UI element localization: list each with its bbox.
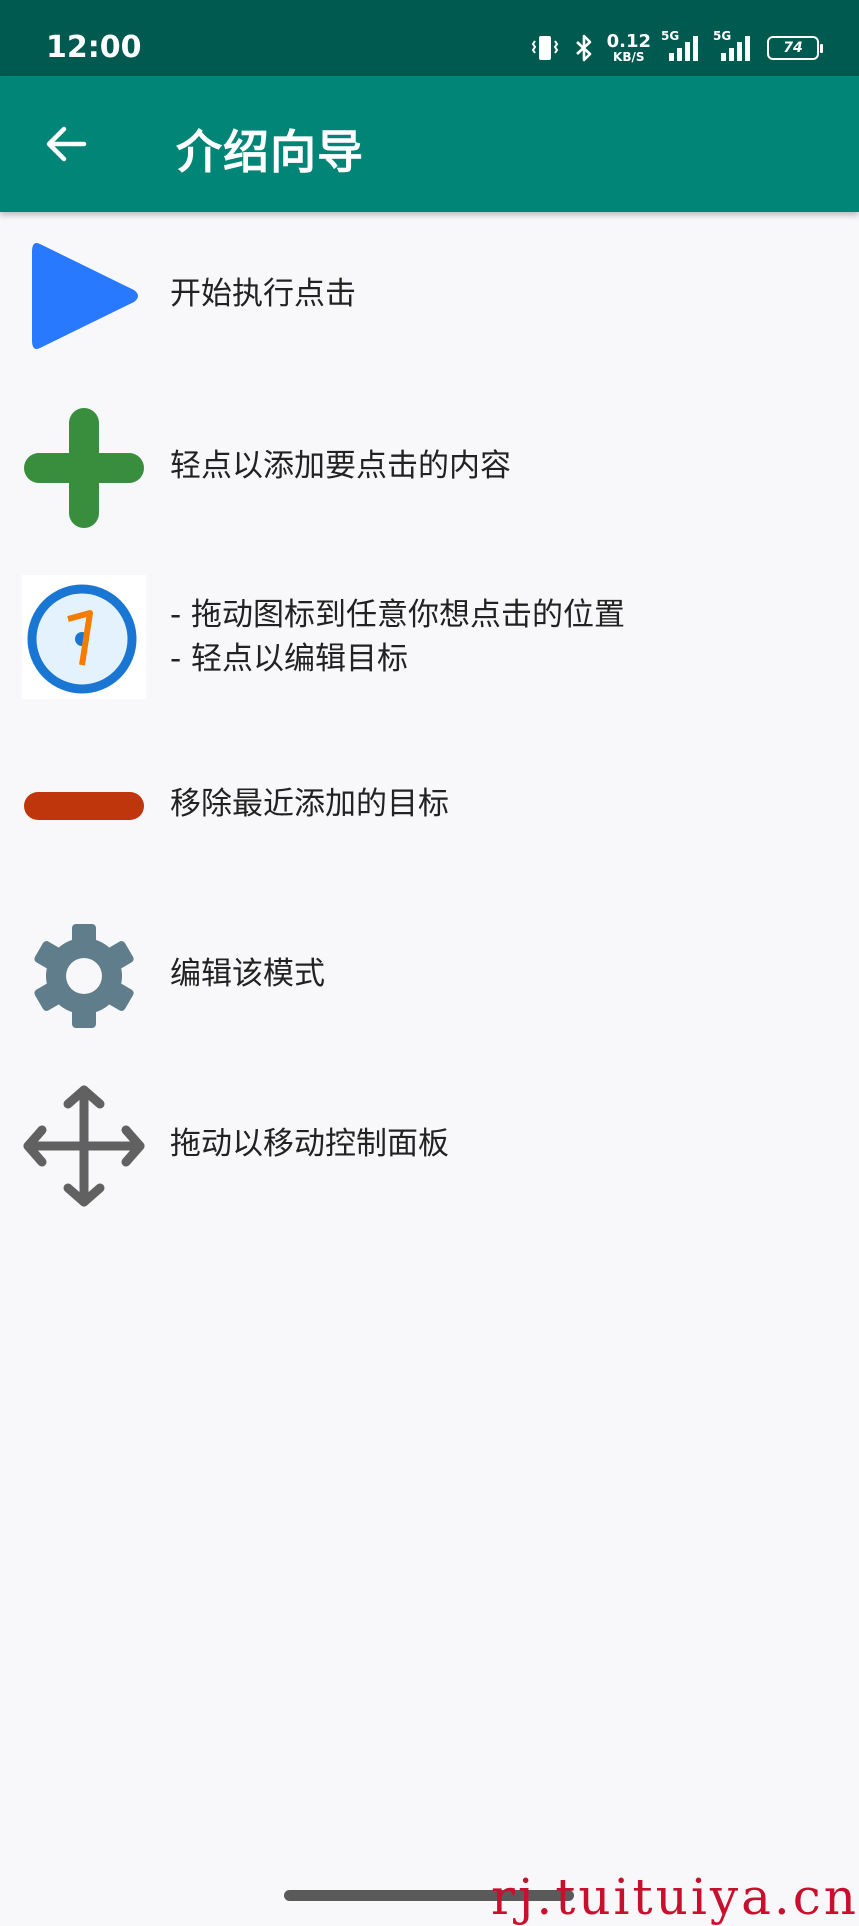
watermark: rj.tuituiya.cn [490, 1868, 859, 1926]
app-bar: 介绍向导 [0, 76, 859, 212]
battery-level: 74 [783, 40, 803, 56]
plus-icon [22, 406, 146, 530]
status-time: 12:00 [46, 30, 142, 65]
arrow-left-icon [46, 126, 87, 162]
list-item-label: 移除最近添加的目标 [170, 786, 449, 822]
back-button[interactable] [36, 114, 96, 174]
list-item-label: - 拖动图标到任意你想点击的位置 - 轻点以编辑目标 [170, 597, 626, 677]
network-speed-unit: KB/S [613, 50, 645, 64]
minus-icon [22, 744, 146, 868]
signal-sim1: 5G [661, 29, 703, 63]
play-icon [22, 234, 146, 358]
list-item-label: 开始执行点击 [170, 276, 356, 312]
move-icon [22, 1084, 146, 1208]
vibrate-icon [529, 33, 561, 63]
page-title: 介绍向导 [176, 125, 364, 179]
list-item-label: 轻点以添加要点击的内容 [170, 448, 511, 484]
status-bar: 12:00 0.12 KB/S 5G 5G 74 [0, 0, 859, 76]
gear-icon [22, 914, 146, 1038]
signal-sim2: 5G [713, 29, 755, 63]
status-icons: 0.12 KB/S 5G 5G 74 [529, 28, 823, 68]
network-speed-value: 0.12 [606, 31, 651, 52]
sim2-tag: 5G [713, 29, 732, 43]
battery-icon: 74 [767, 36, 823, 60]
network-speed: 0.12 KB/S [606, 31, 651, 64]
list-item-label: 拖动以移动控制面板 [170, 1126, 449, 1162]
target-one-icon [22, 575, 146, 699]
sim1-tag: 5G [661, 29, 680, 43]
bluetooth-icon [573, 33, 595, 63]
list-item-label: 编辑该模式 [170, 956, 325, 992]
